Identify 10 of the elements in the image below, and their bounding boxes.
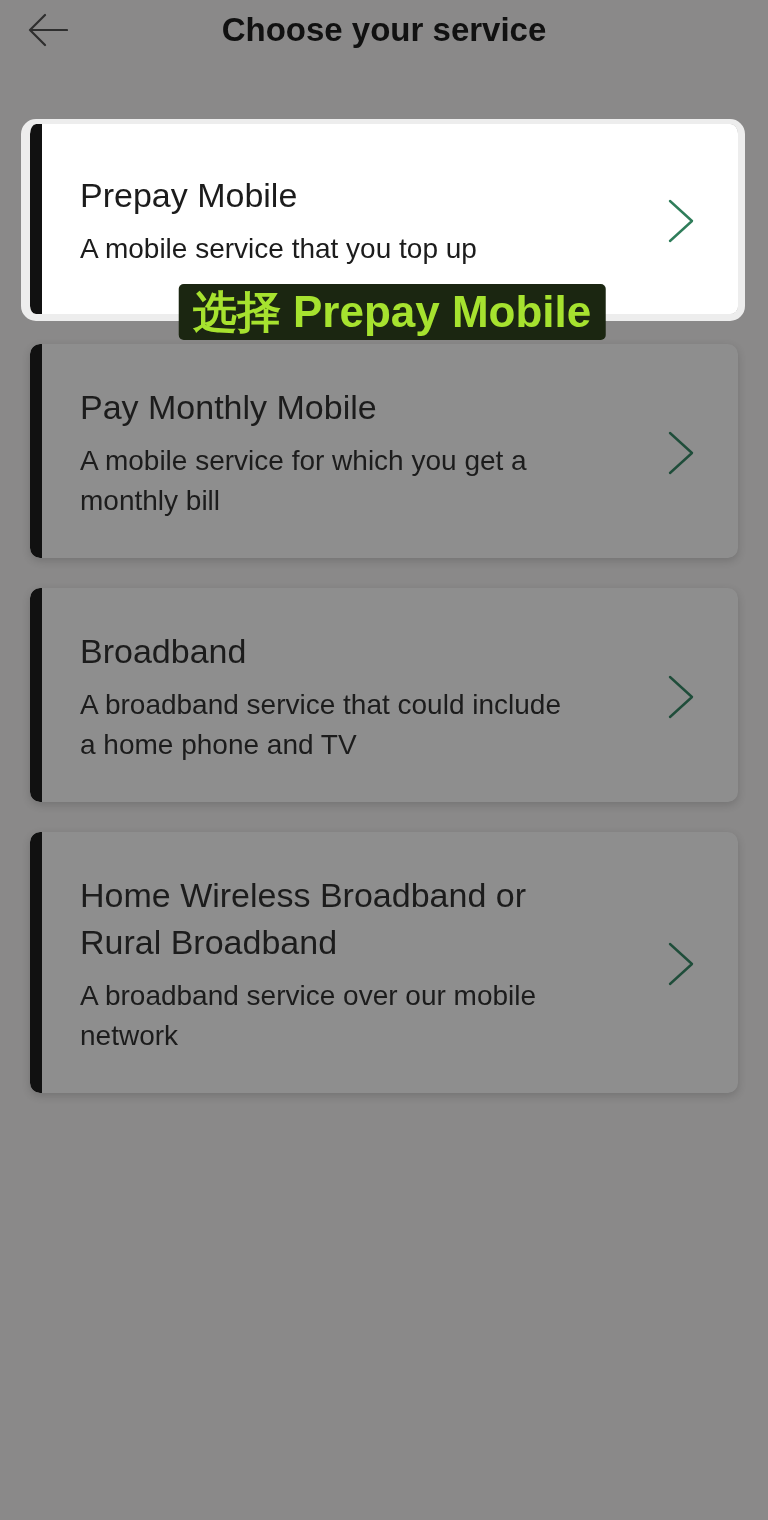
callout-tooltip: 选择 Prepay Mobile: [178, 284, 606, 340]
service-title: Broadband: [80, 631, 248, 672]
page-title: Choose your service: [220, 10, 548, 50]
service-description: A mobile service that you top up: [80, 232, 478, 266]
service-description: A broadband service that could include a home phone and TV: [80, 688, 562, 762]
service-title: Home Wireless Broadband or Rural Broadband: [80, 875, 527, 963]
service-title: Prepay Mobile: [80, 175, 299, 216]
service-description: A broadband service over our mobile network: [80, 979, 538, 1053]
service-description: A mobile service for which you get a monthly bill: [80, 444, 528, 518]
service-title: Pay Monthly Mobile: [80, 387, 378, 428]
